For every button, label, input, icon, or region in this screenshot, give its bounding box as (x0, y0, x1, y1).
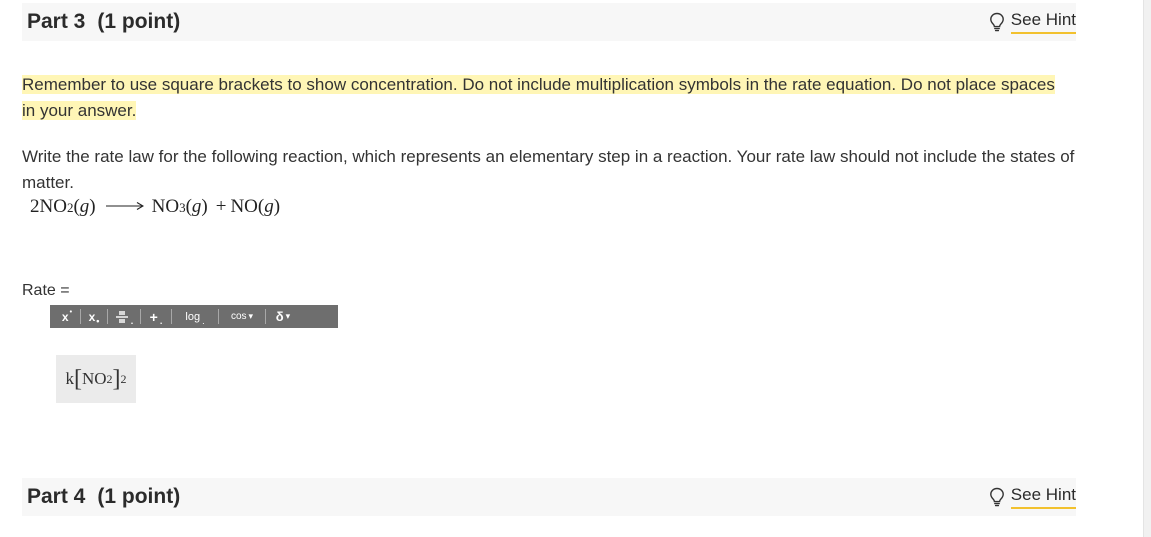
part-3-label: Part 3 (27, 10, 86, 33)
product-1-state: (g) (185, 196, 208, 217)
open-bracket: [ (73, 366, 82, 392)
lightbulb-icon (989, 487, 1004, 507)
part-3-title: Part 3 (1 point) (27, 10, 180, 34)
reaction-arrow-icon (105, 195, 144, 217)
fraction-icon (115, 310, 128, 323)
answer-exponent: 2 (120, 371, 127, 386)
part-3-see-hint-button[interactable]: See Hint (989, 9, 1076, 35)
part-4-see-hint-button[interactable]: See Hint (989, 484, 1076, 510)
rate-answer-input[interactable]: k[NO 2] 2 (56, 355, 136, 403)
subscript-button[interactable]: x • (81, 305, 107, 328)
part-4-header: Part 4 (1 point) See Hint (22, 478, 1076, 516)
log-button[interactable]: log. (172, 305, 218, 328)
question-text: Write the rate law for the following rea… (22, 147, 1075, 192)
math-toolbar: x • x • . +. log. cos ▾ δ ▾ (50, 305, 338, 328)
trig-button[interactable]: cos ▾ (219, 305, 265, 328)
reactant-state: (g) (73, 196, 96, 217)
part-3-points: (1 point) (97, 10, 181, 33)
operators-button[interactable]: +. (141, 305, 171, 328)
product-2-state: (g) (257, 196, 281, 217)
part-4-title: Part 4 (1 point) (27, 485, 180, 509)
part-4-label: Part 4 (27, 485, 86, 508)
lightbulb-icon (989, 12, 1004, 32)
page-scrollbar[interactable] (1143, 0, 1151, 537)
reactant-formula: NO (39, 196, 67, 217)
greek-letters-button[interactable]: δ ▾ (266, 305, 300, 328)
instruction-note-text: Remember to use square brackets to show … (22, 75, 1055, 120)
superscript-button[interactable]: x • (54, 305, 80, 328)
reactant-coefficient: 2 (30, 196, 40, 217)
product-1-formula: NO (151, 196, 180, 217)
rate-constant: k (65, 369, 74, 388)
page: Part 3 (1 point) See Hint Remember to use… (0, 0, 1151, 537)
part-4-points: (1 point) (97, 485, 181, 508)
answer-species: NO (81, 369, 107, 388)
plus-sign: + (215, 196, 227, 217)
close-bracket: ] (112, 366, 121, 392)
chemical-equation: 2 NO 2 (g) NO 3 (g) + NO (g) (30, 196, 280, 218)
instruction-note: Remember to use square brackets to show … (22, 72, 1062, 124)
fraction-button[interactable]: . (108, 305, 140, 328)
part-3-see-hint-label: See Hint (1010, 10, 1076, 34)
product-2-formula: NO (230, 196, 258, 217)
rate-label: Rate = (22, 282, 70, 299)
part-4-see-hint-label: See Hint (1010, 485, 1076, 509)
part-3-header: Part 3 (1 point) See Hint (22, 3, 1076, 41)
